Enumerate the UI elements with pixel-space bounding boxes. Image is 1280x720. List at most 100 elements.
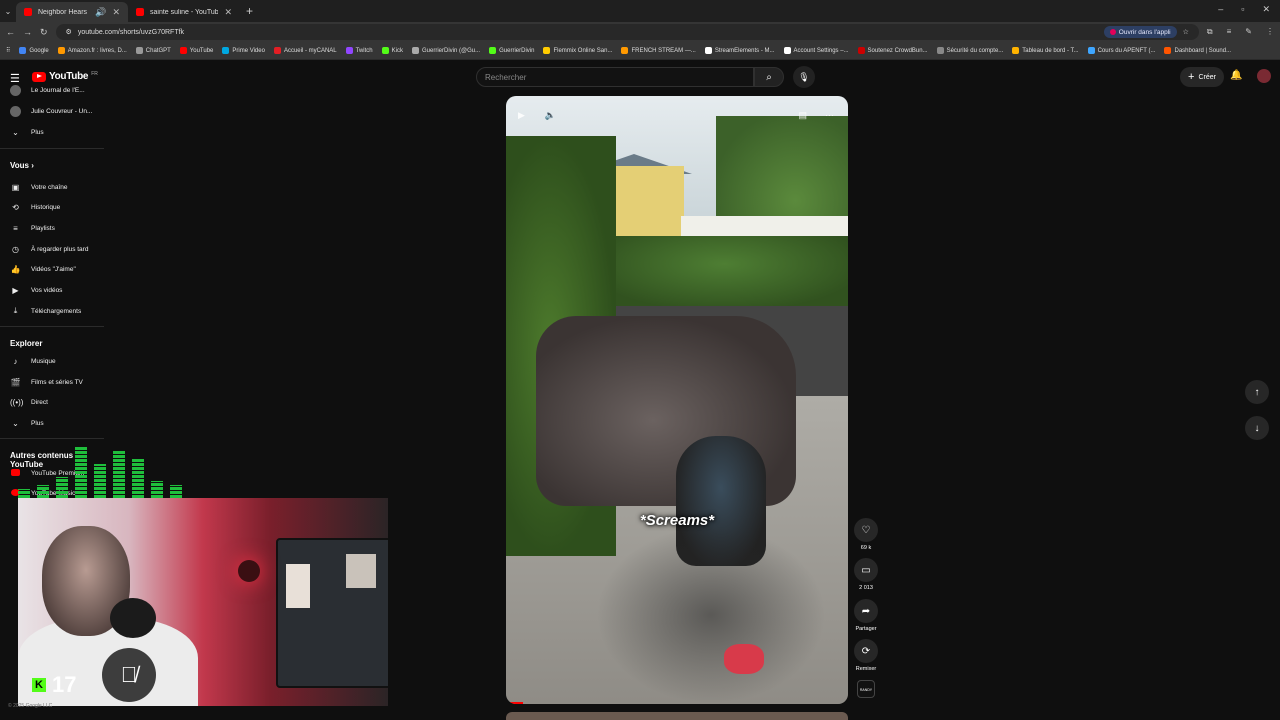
share-button[interactable]: ➦: [854, 599, 878, 623]
extensions-icon[interactable]: ⧉: [1207, 27, 1213, 37]
close-window-icon[interactable]: ✕: [1262, 4, 1270, 15]
bookmark-item[interactable]: Flemmix Online San...: [543, 47, 612, 54]
share-action[interactable]: ➦ Partager: [853, 599, 879, 632]
sidebar-item-label: Plus: [31, 419, 44, 427]
sidebar-item-more[interactable]: ⌄ Plus: [0, 122, 104, 142]
sidebar-explore-heading: Explorer: [10, 339, 43, 348]
bookmark-item[interactable]: Cours du APENFT (...: [1087, 47, 1155, 54]
tab-close-icon[interactable]: ✕: [224, 7, 232, 18]
media-controls-icon[interactable]: ≡: [1227, 27, 1232, 37]
remix-button[interactable]: ⟳: [854, 639, 878, 663]
bookmark-item[interactable]: GuerrierDivin (@Gu...: [412, 47, 480, 54]
sidebar-item-channel[interactable]: ▣ Votre chaîne: [0, 177, 104, 197]
bookmark-item[interactable]: Prime Video: [222, 47, 265, 54]
bookmark-item[interactable]: FRENCH STREAM —...: [621, 47, 696, 54]
voice-search-button[interactable]: 🎙: [793, 66, 815, 88]
plus-icon: +: [1188, 71, 1195, 83]
volume-icon[interactable]: 🔈: [545, 110, 556, 121]
bookmark-label: YouTube: [189, 47, 214, 54]
more-options-icon[interactable]: ⋯: [825, 110, 834, 121]
bookmark-label: Amazon.fr : livres, D...: [67, 47, 127, 54]
bookmark-item[interactable]: YouTube: [179, 47, 214, 54]
search-input[interactable]: Rechercher: [476, 67, 754, 87]
sidebar-item-watch-later[interactable]: ◷ À regarder plus tard: [0, 239, 104, 259]
bookmark-favicon-icon: [543, 47, 551, 54]
bookmark-item[interactable]: Soutenez CrowdBun...: [857, 47, 928, 54]
reload-icon[interactable]: ↻: [40, 27, 48, 38]
sound-thumbnail[interactable]: RANDY: [857, 680, 875, 698]
bookmark-item[interactable]: Account Settings –...: [783, 47, 849, 54]
bookmark-item[interactable]: ChatGPT: [135, 47, 171, 54]
footer-copyright: © 2025 Google LLC: [8, 703, 53, 709]
back-icon[interactable]: ←: [6, 27, 15, 37]
bookmark-item[interactable]: Twitch: [345, 47, 373, 54]
next-short-button[interactable]: ↓: [1245, 416, 1269, 440]
bookmark-favicon-icon: [381, 47, 389, 54]
shorts-video-player[interactable]: ▶ 🔈 ▤ ⋯ *Screams*: [506, 96, 848, 704]
search-button[interactable]: ⌕: [754, 67, 784, 87]
remix-action[interactable]: ⟳ Remixer: [853, 639, 879, 672]
sidebar-item-more[interactable]: ⌄ Plus: [0, 413, 104, 433]
bookmark-item[interactable]: Sécurité du compte...: [936, 47, 1003, 54]
new-tab-icon[interactable]: +: [246, 4, 253, 18]
sidebar-item-music[interactable]: ♪ Musique: [0, 351, 104, 371]
sidebar-you-heading[interactable]: Vous ›: [10, 161, 34, 170]
captions-icon[interactable]: ▤: [798, 110, 807, 121]
bookmark-item[interactable]: Accueil - myCANAL: [273, 47, 337, 54]
browser-tab-active[interactable]: Neighbor Hears Screams Fo 🔊 ✕: [16, 2, 128, 22]
bookmark-item[interactable]: GuerrierDivin: [489, 47, 534, 54]
progress-bar[interactable]: [506, 702, 524, 704]
bookmark-star-icon[interactable]: ☆: [1183, 28, 1189, 36]
site-info-icon[interactable]: ⚙: [66, 28, 72, 36]
tab-close-icon[interactable]: ✕: [112, 7, 120, 18]
comments-button[interactable]: ▭: [854, 558, 878, 582]
notifications-icon[interactable]: 🔔: [1230, 70, 1242, 81]
webcam-lamp: [238, 560, 260, 582]
bookmark-item[interactable]: Dashboard | Sound...: [1164, 47, 1231, 54]
tab-list-chevron-icon[interactable]: ⌄: [0, 7, 16, 16]
next-short-preview[interactable]: [506, 712, 848, 720]
webcam-microphone: [110, 598, 156, 638]
sidebar-subscription[interactable]: Julie Couvreur - Un...: [0, 101, 104, 121]
heart-icon: ♡: [861, 524, 871, 536]
sidebar-item-movies[interactable]: 🎬 Films et séries TV: [0, 372, 104, 392]
bookmark-item[interactable]: Amazon.fr : livres, D...: [57, 47, 127, 54]
like-button[interactable]: ♡: [854, 518, 878, 542]
bookmark-item[interactable]: Google: [19, 47, 49, 54]
sidebar-item-your-videos[interactable]: ▶ Vos vidéos: [0, 280, 104, 300]
sidebar-item-label: À regarder plus tard: [31, 245, 89, 253]
sidebar-item-history[interactable]: ⟲ Historique: [0, 197, 104, 217]
like-action[interactable]: ♡ 69 k: [853, 518, 879, 551]
browser-tab-bar: ⌄ Neighbor Hears Screams Fo 🔊 ✕ sainte s…: [0, 0, 1280, 22]
comments-action[interactable]: ▭ 2 013: [853, 558, 879, 591]
open-in-app-button[interactable]: Ouvrir dans l'appli: [1103, 26, 1177, 38]
tab-audio-icon[interactable]: 🔊: [95, 7, 106, 18]
bookmark-item[interactable]: Tableau de bord - T...: [1012, 47, 1079, 54]
profile-extension-icon[interactable]: ✎: [1245, 27, 1252, 37]
restore-icon[interactable]: ▫: [1241, 4, 1244, 15]
avatar[interactable]: [1257, 69, 1271, 83]
tab-title: sainte suline - YouTube: [150, 8, 219, 16]
previous-short-button[interactable]: ↑: [1245, 380, 1269, 404]
open-in-app-label: Ouvrir dans l'appli: [1118, 28, 1171, 36]
browser-menu-icon[interactable]: ⋮: [1266, 27, 1274, 37]
address-bar[interactable]: ⚙ youtube.com/shorts/uvzG70RFTfk Ouvrir …: [55, 24, 1199, 40]
play-icon[interactable]: ▶: [518, 110, 525, 121]
create-button[interactable]: + Créer: [1180, 67, 1224, 87]
bookmark-item[interactable]: Kick: [381, 47, 403, 54]
bookmark-favicon-icon: [57, 47, 65, 54]
sidebar-subscription[interactable]: Le Journal de l'E...: [0, 80, 104, 100]
sidebar-item-live[interactable]: ((•)) Direct: [0, 392, 104, 412]
sidebar-item-liked[interactable]: 👍 Vidéos "J'aime": [0, 259, 104, 279]
sidebar-item-playlists[interactable]: ≡ Playlists: [0, 218, 104, 238]
history-icon: ⟲: [12, 202, 19, 212]
browser-tab[interactable]: sainte suline - YouTube ✕: [128, 2, 240, 22]
bookmark-label: Kick: [391, 47, 403, 54]
create-label: Créer: [1198, 73, 1216, 81]
minimize-icon[interactable]: –: [1218, 4, 1223, 15]
apps-icon[interactable]: ⠿: [6, 47, 10, 54]
forward-icon[interactable]: →: [23, 27, 32, 37]
sidebar-item-downloads[interactable]: ⤓ Téléchargements: [0, 301, 104, 321]
bookmark-favicon-icon: [489, 47, 497, 54]
bookmark-item[interactable]: StreamElements - M...: [704, 47, 775, 54]
